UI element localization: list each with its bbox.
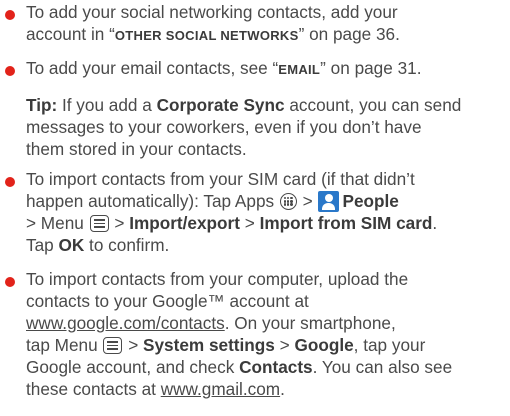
section-reference-link[interactable]: EMAIL	[278, 62, 320, 77]
bullet-marker	[5, 277, 15, 287]
text-line: them stored in your contacts.	[26, 138, 506, 160]
text: . On your smartphone,	[224, 313, 396, 333]
email-contacts-item: To add your email contacts, see “EMAIL” …	[26, 57, 506, 81]
people-icon	[318, 191, 340, 212]
text: contacts to your Google™ account at	[26, 291, 309, 311]
text-line: www.google.com/contacts. On your smartph…	[26, 312, 506, 334]
text: ” on page 36.	[298, 24, 400, 44]
menu-key-icon	[103, 337, 123, 354]
gmail-link[interactable]: www.gmail.com	[161, 379, 280, 399]
text: account in “	[26, 24, 115, 44]
tip-label: Tip:	[26, 95, 58, 115]
computer-import-item: To import contacts from your computer, u…	[26, 268, 506, 400]
text: .	[432, 213, 438, 233]
text-line: Tip: If you add a Corporate Sync account…	[26, 94, 506, 116]
term: Corporate Sync	[156, 95, 285, 115]
menu-option: System settings	[143, 335, 275, 355]
text: >	[123, 335, 144, 355]
text: them stored in your contacts.	[26, 139, 247, 159]
people-app-label: People	[342, 191, 399, 211]
manual-page: To add your social networking contacts, …	[0, 0, 510, 416]
text-line: To add your email contacts, see “EMAIL” …	[26, 57, 506, 81]
text: To import contacts from your computer, u…	[26, 269, 409, 289]
text: >	[239, 213, 260, 233]
text-line: To add your social networking contacts, …	[26, 1, 506, 23]
text: > Menu	[26, 213, 89, 233]
text-line: Tap OK to confirm.	[26, 234, 506, 256]
contacts-option: Contacts	[239, 357, 313, 377]
apps-icon	[279, 193, 297, 210]
text: , tap your	[353, 335, 426, 355]
bullet-marker	[5, 177, 15, 187]
text: ” on page 31.	[320, 58, 422, 78]
text: these contacts at	[26, 379, 161, 399]
sim-import-item: To import contacts from your SIM card (i…	[26, 168, 506, 256]
text: . You can also see	[312, 357, 453, 377]
text-line: Google account, and check Contacts. You …	[26, 356, 506, 378]
menu-option: Google	[294, 335, 354, 355]
text-line: > Menu > Import/export > Import from SIM…	[26, 212, 506, 234]
text: account, you can send	[284, 95, 462, 115]
text: to confirm.	[84, 235, 170, 255]
text: To add your email contacts, see “	[26, 58, 279, 78]
text: tap Menu	[26, 335, 103, 355]
section-reference-link[interactable]: OTHER SOCIAL NETWORKS	[115, 28, 299, 43]
text-line: To import contacts from your computer, u…	[26, 268, 506, 290]
text: To import contacts from your SIM card (i…	[26, 169, 415, 189]
bullet-marker	[5, 10, 15, 20]
text: Tap	[26, 235, 59, 255]
menu-option: Import/export	[129, 213, 240, 233]
bullet-marker	[5, 66, 15, 76]
text-line: tap Menu > System settings > Google, tap…	[26, 334, 506, 356]
text: >	[297, 191, 318, 211]
ok-label: OK	[58, 235, 85, 255]
text-line: To import contacts from your SIM card (i…	[26, 168, 506, 190]
menu-key-icon	[89, 215, 109, 232]
google-contacts-link[interactable]: www.google.com/contacts	[26, 313, 225, 333]
menu-option: Import from SIM card	[259, 213, 433, 233]
text: >	[274, 335, 295, 355]
text: messages to your coworkers, even if you …	[26, 117, 422, 137]
tip-note: Tip: If you add a Corporate Sync account…	[26, 94, 506, 160]
text: .	[280, 379, 285, 399]
text-line: contacts to your Google™ account at	[26, 290, 506, 312]
social-contacts-item: To add your social networking contacts, …	[26, 1, 506, 47]
text: To add your social networking contacts, …	[26, 2, 398, 22]
text-line: messages to your coworkers, even if you …	[26, 116, 506, 138]
text: Google account, and check	[26, 357, 240, 377]
text-line: these contacts at www.gmail.com.	[26, 378, 506, 400]
text-line: account in “OTHER SOCIAL NETWORKS” on pa…	[26, 23, 506, 47]
text: >	[109, 213, 130, 233]
text: If you add a	[57, 95, 157, 115]
text: happen automatically): Tap Apps	[26, 191, 279, 211]
text-line: happen automatically): Tap Apps > People	[26, 190, 506, 212]
